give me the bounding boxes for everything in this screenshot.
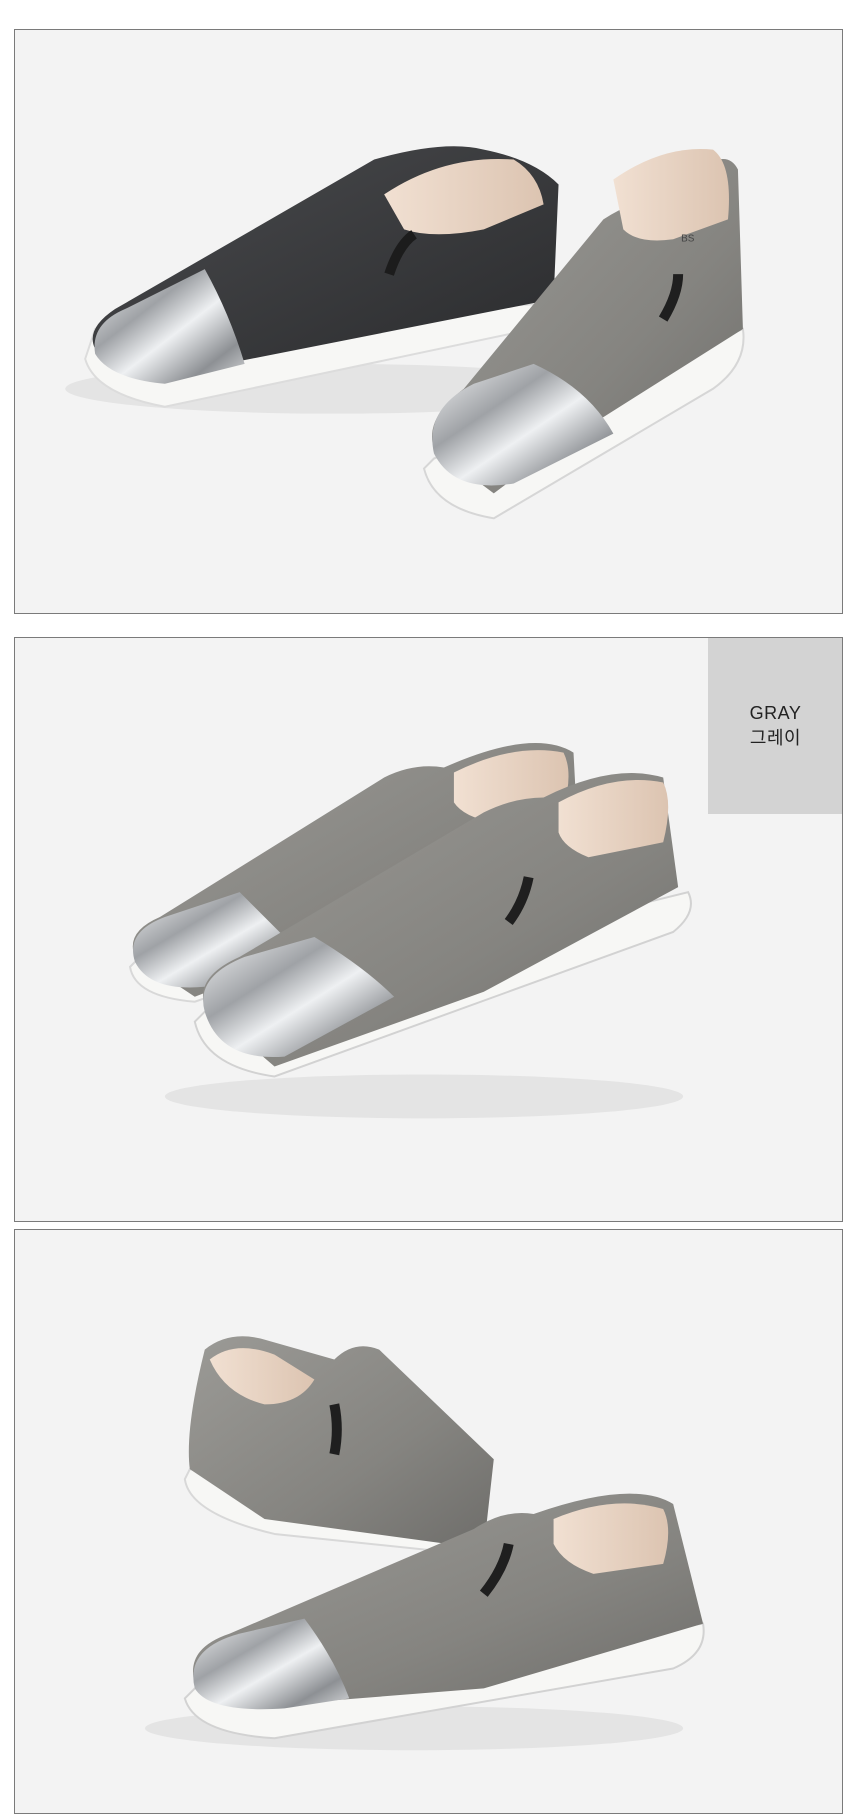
shoe-pair-illustration: BS [65, 146, 745, 520]
product-photo-gray-side [14, 1229, 843, 1814]
color-name-english: GRAY [749, 702, 802, 723]
color-option-label: GRAY 그레이 [708, 638, 842, 814]
insole-print: BS [681, 233, 695, 244]
gray-shoe-back [183, 1336, 526, 1560]
product-photo-gray-front: GRAY 그레이 [14, 637, 843, 1222]
product-photo-black-gray: BS [14, 29, 843, 614]
shoe-pair-illustration [144, 1336, 705, 1751]
color-name-korean: 그레이 [749, 727, 802, 749]
